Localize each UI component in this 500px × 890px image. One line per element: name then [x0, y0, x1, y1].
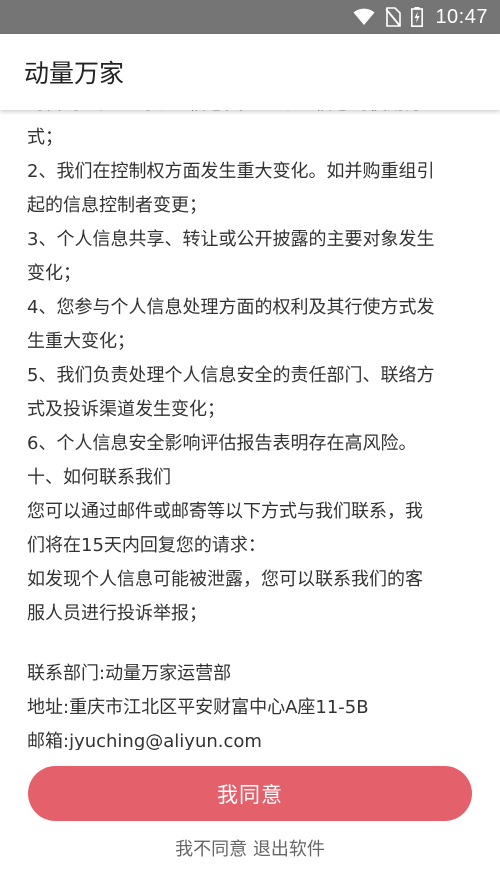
policy-line: 服人员进行投诉举报；: [27, 603, 207, 624]
section-heading: 十、如何联系我们: [27, 467, 171, 488]
policy-line: 变化；: [27, 263, 81, 284]
policy-line: 们将在15天内回复您的请求：: [27, 535, 266, 556]
policy-line: 3、个人信息共享、转让或公开披露的主要对象发生: [27, 229, 435, 250]
no-sim-icon: [385, 7, 402, 27]
policy-line: 如发现个人信息可能被泄露，您可以联系我们的客: [27, 569, 423, 590]
policy-line: 生重大变化；: [27, 331, 135, 352]
status-bar: 10:47: [0, 0, 500, 34]
battery-charging-icon: [411, 7, 424, 27]
wifi-icon: [353, 8, 375, 26]
policy-line: 5、我们负责处理个人信息安全的责任部门、联络方: [27, 365, 435, 386]
app-title: 动量万家: [24, 59, 125, 88]
policy-line: 您可以通过邮件或邮寄等以下方式与我们联系，我: [27, 501, 423, 522]
contact-address: 地址:重庆市江北区平安财富中心A座11-5B: [27, 697, 369, 718]
policy-line: 6、个人信息安全影响评估报告表明存在高风险。: [27, 433, 417, 454]
disagree-exit-link[interactable]: 我不同意 退出软件: [0, 835, 500, 861]
contact-department: 联系部门:动量万家运营部: [27, 663, 232, 684]
policy-line: 的目的、处理的个人信息类型、个人信息的使用方: [27, 110, 473, 121]
policy-line: 式及投诉渠道发生变化；: [27, 399, 225, 420]
policy-scroll-area[interactable]: 的目的、处理的个人信息类型、个人信息的使用方 式； 2、我们在控制权方面发生重大…: [0, 110, 500, 750]
agree-button[interactable]: 我同意: [28, 766, 472, 821]
policy-text: 的目的、处理的个人信息类型、个人信息的使用方 式； 2、我们在控制权方面发生重大…: [27, 110, 473, 750]
contact-email: 邮箱:jyuching@aliyun.com: [27, 731, 262, 750]
status-time: 10:47: [435, 5, 488, 28]
policy-line: 式；: [27, 127, 63, 148]
policy-line: 起的信息控制者变更；: [27, 195, 207, 216]
policy-line: 4、您参与个人信息处理方面的权利及其行使方式发: [27, 297, 435, 318]
app-bar: 动量万家: [0, 34, 500, 110]
policy-line: 2、我们在控制权方面发生重大变化。如并购重组引: [27, 161, 435, 182]
